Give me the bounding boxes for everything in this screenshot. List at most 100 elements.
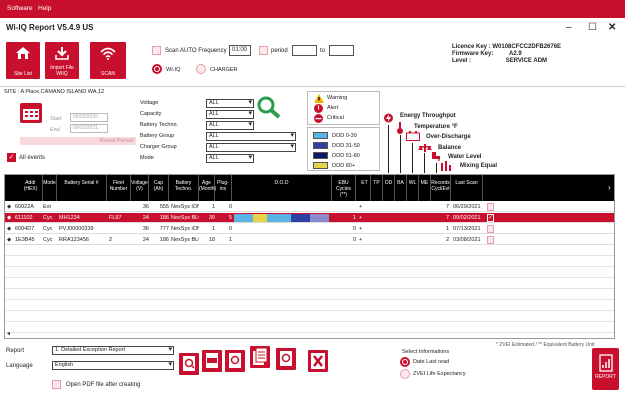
cell-plugs: 1 — [228, 237, 232, 243]
column-header[interactable]: BA — [395, 175, 407, 201]
scroll-right-button[interactable]: › — [608, 183, 611, 192]
filter-select[interactable]: ALL — [206, 143, 296, 152]
row-checkbox[interactable] — [487, 236, 494, 244]
dod-bar-segment — [253, 214, 267, 222]
start-date-input[interactable]: 09/03/2020 — [70, 113, 108, 122]
table-row[interactable]: ◆ 60022A Evt 36 555 NexSys iON 1 0 7 06/29/2021 + — [5, 202, 614, 212]
calendar-icon[interactable] — [20, 103, 42, 123]
cell-serial: PVJ00000339 — [59, 226, 94, 232]
search-icon[interactable] — [256, 95, 282, 119]
column-header[interactable]: Mode — [43, 175, 57, 201]
scroll-left-button[interactable]: ◂ — [7, 330, 10, 337]
temperature-icon — [397, 122, 403, 134]
filter-select[interactable]: ALL — [206, 132, 296, 141]
column-header[interactable]: OD — [383, 175, 395, 201]
dod-bar-segment — [310, 214, 329, 222]
end-date-input[interactable]: 09/02/2021 — [70, 124, 108, 133]
cell-ebu: 0 — [352, 226, 356, 232]
cell-ebu — [336, 203, 356, 211]
pdf-report-button[interactable] — [202, 350, 222, 372]
column-header[interactable]: Last Scan — [451, 175, 483, 201]
column-header[interactable]: Battery Serial # — [57, 175, 107, 201]
multi-report-button[interactable] — [250, 346, 270, 368]
row-checkbox[interactable] — [487, 225, 494, 233]
column-header[interactable]: Records Cycl/Evt — [431, 175, 451, 201]
column-header[interactable]: ET — [359, 175, 371, 201]
scan-auto-checkbox[interactable] — [152, 46, 161, 55]
site-list-button[interactable]: Site List — [6, 42, 40, 79]
start-label: Start — [50, 116, 62, 122]
filter-select[interactable]: ALL — [206, 121, 254, 130]
column-header[interactable]: EBU Cycles (**) — [332, 175, 356, 201]
expand-icon[interactable]: + — [359, 214, 367, 222]
preset-period-button[interactable]: Preset Period — [20, 137, 136, 145]
column-header[interactable]: D.O.D — [232, 175, 332, 201]
column-header[interactable]: TP — [371, 175, 383, 201]
mode-wiiq-radio[interactable] — [152, 64, 162, 74]
excel-export-button[interactable] — [308, 350, 328, 372]
column-header[interactable]: Plug-ins — [215, 175, 232, 201]
cell-techno: NexSys iON — [171, 226, 199, 232]
column-header[interactable]: ME — [419, 175, 431, 201]
date-last-read-radio[interactable] — [400, 357, 410, 367]
preview-report-button[interactable] — [179, 353, 199, 375]
menu-help[interactable]: Help — [38, 5, 51, 12]
scan-label: SCAN — [101, 70, 115, 77]
report-button[interactable]: REPORT — [592, 348, 619, 390]
mode-wiiq-label: WI-IQ — [166, 67, 181, 73]
open-pdf-checkbox[interactable] — [52, 380, 61, 389]
mode-charger-radio[interactable] — [196, 64, 206, 74]
table-row[interactable]: ◆611102 Cyc MH1234 FL97 24 186NexSys BLOC 39 5 1… — [5, 213, 614, 223]
date-last-read-label: Date Last read — [413, 359, 450, 365]
table-header: Addr (HEX) Mode Battery Serial # Fleet Numb… — [5, 175, 614, 201]
menu-bar: Software Help — [0, 0, 625, 18]
period-from-input[interactable] — [292, 45, 317, 56]
period-checkbox[interactable] — [259, 46, 268, 55]
preview-multi-button[interactable] — [276, 348, 296, 370]
report-select[interactable]: 1. Detailed Exception Report — [52, 346, 174, 355]
report-panel: Report 1. Detailed Exception Report Lang… — [0, 340, 625, 393]
table-row[interactable]: ◆1E3B45 Cyc RRA123456 2 24 186NexSys BLOC 18 1 0… — [5, 235, 614, 245]
legend-balance: Balance — [438, 145, 462, 151]
report-label: Report — [6, 348, 25, 354]
filter-select[interactable]: ALL — [206, 110, 254, 119]
column-header[interactable]: Battery Techno. — [169, 175, 199, 201]
scan-button[interactable]: SCAN — [90, 42, 126, 79]
report-button-label: REPORT — [595, 374, 616, 380]
column-header[interactable]: Cap (Ah) — [149, 175, 169, 201]
preview-pdf-button[interactable] — [225, 350, 245, 372]
expand-icon[interactable]: + — [359, 203, 367, 211]
legend-water-level: Water Level — [448, 154, 482, 160]
column-header[interactable]: Addr (HEX) — [19, 175, 43, 201]
row-checkbox[interactable]: ✓ — [487, 214, 494, 222]
close-button[interactable]: ✕ — [608, 22, 616, 33]
table-row[interactable]: ◆ 6004D7 Cyc PVJ00000339 36 777 NexSys iON 1 0 0 1… — [5, 224, 614, 234]
expand-icon[interactable]: + — [359, 236, 367, 244]
cell-serial: RRA123456 — [59, 237, 89, 243]
minimize-button[interactable]: – — [566, 22, 572, 33]
column-header[interactable]: WL — [407, 175, 419, 201]
dod-bar-segment — [234, 214, 253, 222]
cell-techno: NexSys BLOC — [171, 237, 199, 243]
column-header[interactable]: Age (Month) — [199, 175, 216, 201]
column-header[interactable]: Fleet Number — [107, 175, 131, 201]
download-icon — [55, 47, 69, 60]
cell-volt: 24 — [142, 215, 149, 221]
language-select[interactable]: English — [52, 361, 174, 370]
zvei-life-radio[interactable] — [400, 369, 410, 379]
home-icon — [16, 47, 30, 59]
over-discharge-icon — [406, 131, 420, 141]
column-header[interactable]: Voltage (V) — [131, 175, 149, 201]
maximize-button[interactable]: ☐ — [588, 22, 597, 33]
row-checkbox[interactable] — [487, 203, 494, 211]
scan-auto-frequency-input[interactable]: 01:00 — [229, 45, 251, 56]
expand-icon[interactable]: + — [359, 225, 367, 233]
all-events-checkbox[interactable]: ✓ — [7, 153, 16, 162]
empty-row — [5, 279, 614, 289]
import-file-button[interactable]: Import File WIIQ — [45, 42, 79, 79]
menu-software[interactable]: Software — [7, 5, 33, 12]
filter-select[interactable]: ALL — [206, 99, 254, 108]
period-to-input[interactable] — [329, 45, 354, 56]
cell-cap: 555 — [159, 204, 169, 210]
filter-select[interactable]: ALL — [206, 154, 254, 163]
